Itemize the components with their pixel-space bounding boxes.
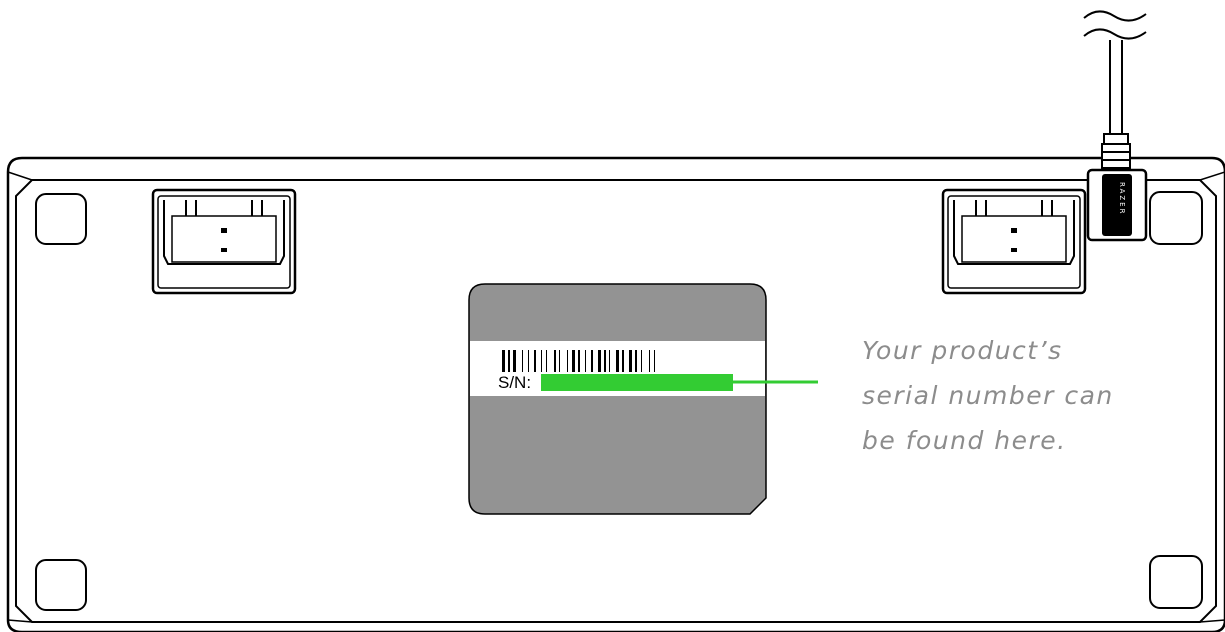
barcode-bar bbox=[522, 350, 523, 372]
serial-number-callout: Your product’s serial number can be foun… bbox=[862, 328, 1162, 463]
barcode-bar bbox=[649, 350, 650, 372]
barcode-bar bbox=[554, 350, 556, 372]
barcode-bar bbox=[604, 350, 606, 372]
barcode-bar bbox=[541, 350, 542, 372]
barcode-bar bbox=[616, 350, 619, 372]
callout-line-1: Your product’s bbox=[862, 336, 1063, 365]
barcode-bar bbox=[508, 350, 510, 372]
barcode-bar bbox=[609, 350, 610, 372]
barcode-bar bbox=[546, 350, 547, 372]
barcode-bar bbox=[567, 350, 568, 372]
rubber-foot-bottom-right bbox=[1149, 555, 1203, 609]
rubber-foot-top-left bbox=[35, 193, 87, 245]
barcode-bar bbox=[635, 350, 637, 372]
barcode-bar bbox=[513, 350, 516, 372]
barcode-bar bbox=[591, 350, 593, 372]
diagram-canvas: RAZER S/N: bbox=[6, 10, 1225, 632]
rubber-foot-bottom-left bbox=[35, 559, 87, 611]
barcode-bar bbox=[534, 350, 536, 372]
usb-cable: RAZER bbox=[1083, 10, 1148, 242]
callout-line-2: serial number can bbox=[862, 381, 1114, 410]
keyboard-bottom-diagram: RAZER S/N: Your product’s serial number … bbox=[0, 0, 1225, 632]
barcode-bar bbox=[559, 350, 560, 372]
callout-line-3: be found here. bbox=[862, 426, 1067, 455]
barcode-bar bbox=[585, 350, 586, 372]
serial-number-prefix: S/N: bbox=[498, 373, 531, 392]
barcode-bar bbox=[578, 350, 580, 372]
barcode-bar bbox=[629, 350, 632, 372]
barcode-bar bbox=[641, 350, 642, 372]
kickstand-right bbox=[941, 188, 1087, 295]
barcode-bar bbox=[572, 350, 575, 372]
barcode-bar bbox=[598, 350, 601, 372]
cable-brand-text: RAZER bbox=[1118, 182, 1126, 215]
rubber-foot-top-right bbox=[1149, 191, 1203, 245]
barcode-bar bbox=[502, 350, 505, 372]
kickstand-left bbox=[151, 188, 297, 295]
serial-number-highlight bbox=[541, 374, 733, 391]
barcode-bar bbox=[528, 350, 529, 372]
serial-label-plate: S/N: bbox=[468, 283, 818, 515]
barcode-bar bbox=[654, 350, 655, 372]
barcode-bar bbox=[622, 350, 624, 372]
